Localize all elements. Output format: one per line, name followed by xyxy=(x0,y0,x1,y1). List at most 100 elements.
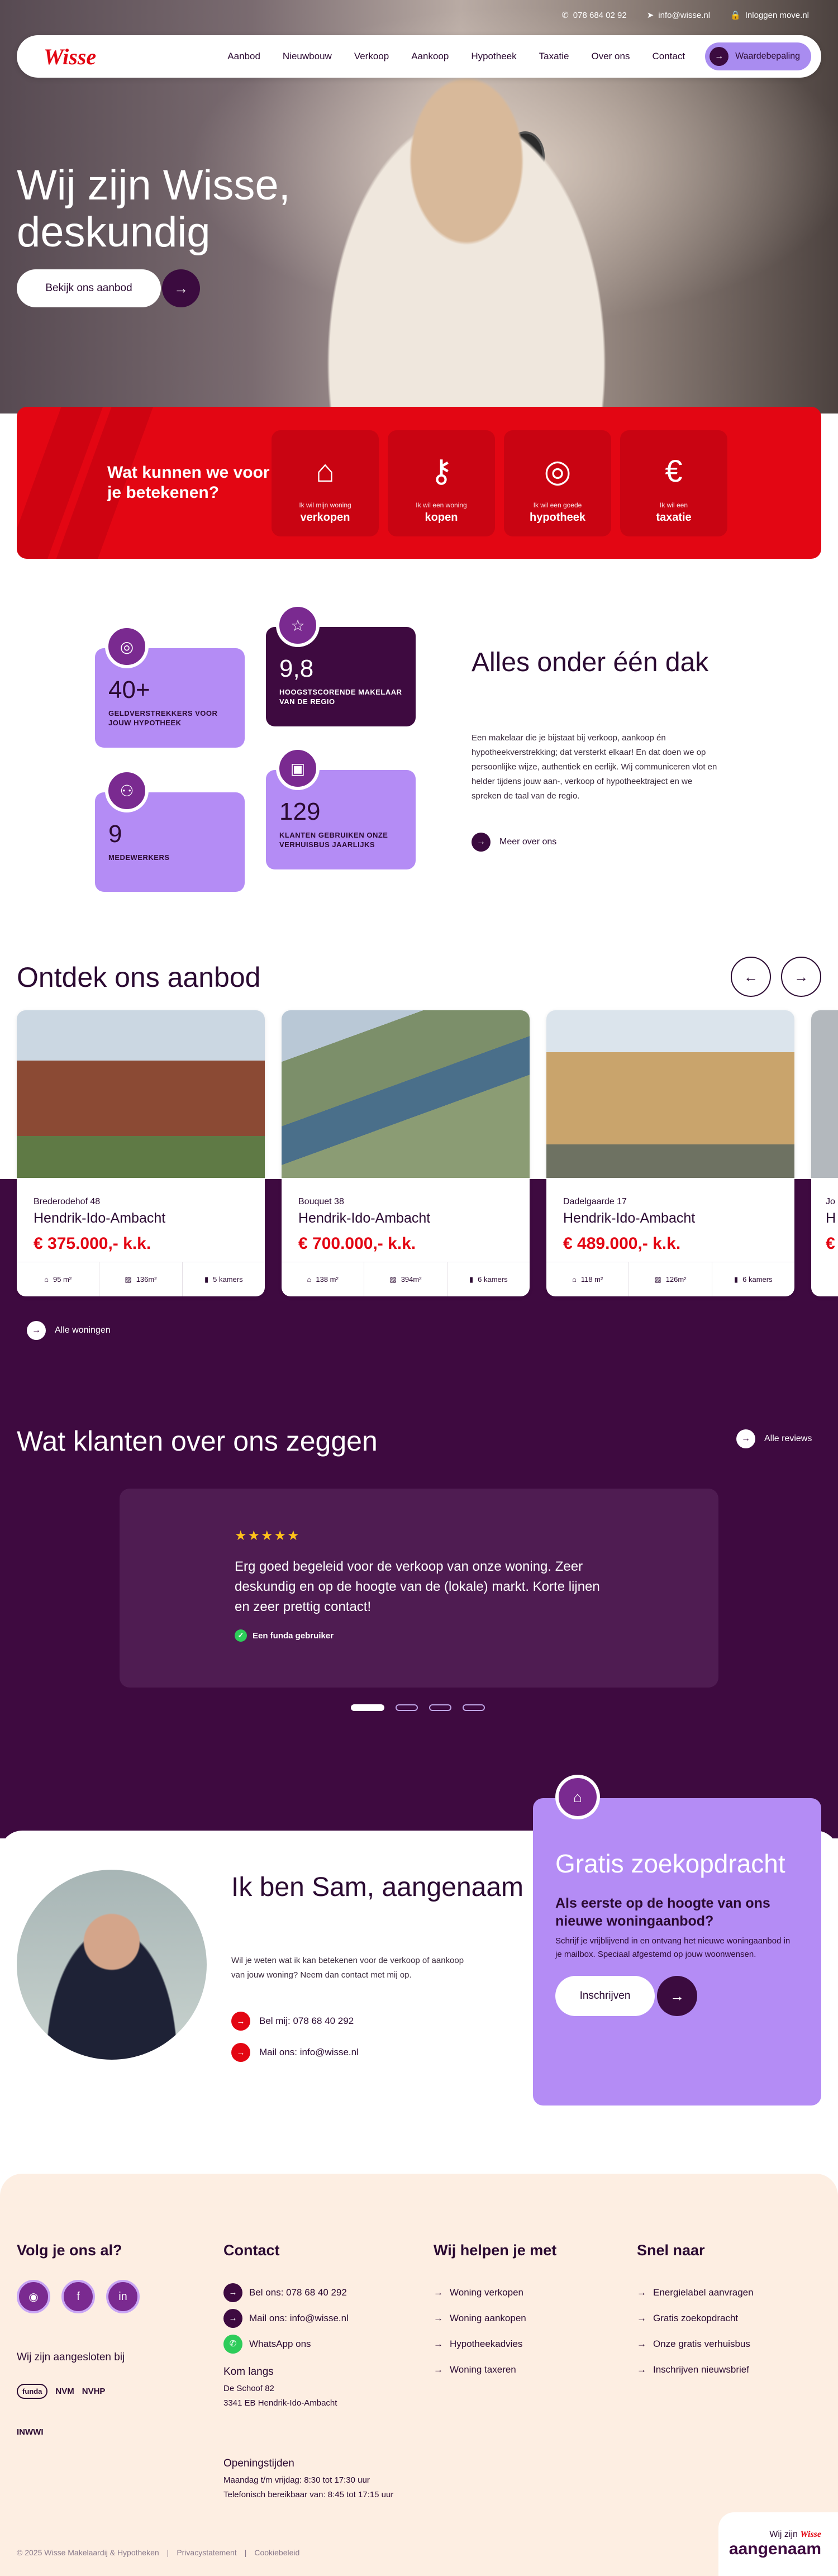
search-alert-card: ⌂ Gratis zoekopdracht Als eerste op de h… xyxy=(533,1775,821,2106)
footer-link[interactable]: → Gratis zoekopdracht xyxy=(637,2306,754,2331)
sam-photo xyxy=(17,1870,207,2060)
footer-hours: Openingstijden Maandag t/m vrijdag: 8:30… xyxy=(223,2458,394,2499)
plot-icon: ▨ xyxy=(389,1275,397,1284)
footer-mail[interactable]: → Mail ons: info@wisse.nl xyxy=(223,2306,349,2331)
send-icon: ➤ xyxy=(646,11,654,20)
alle-woningen-link[interactable]: → Alle woningen xyxy=(27,1321,111,1340)
copyright-bar: © 2025 Wisse Makelaardij & Hypotheken | P… xyxy=(17,2548,300,2557)
arrow-right-icon[interactable]: → xyxy=(781,957,821,997)
arrow-right-icon: → xyxy=(434,2339,443,2349)
arrow-right-icon: → xyxy=(231,2012,250,2031)
plot-icon: ▨ xyxy=(125,1275,132,1284)
hero-title: Wij zijn Wisse, deskundig xyxy=(17,161,291,256)
carousel-dot[interactable] xyxy=(463,1704,485,1711)
stat-card-lenders: ◎ 40+ Geldverstrekkers voor jouw hypothe… xyxy=(95,625,245,748)
coins-icon: ◎ xyxy=(544,453,572,488)
house-icon: ⌂ xyxy=(555,1775,600,1819)
subscribe-cta[interactable]: Inschrijven → xyxy=(555,1976,799,2016)
carousel-dot[interactable] xyxy=(396,1704,418,1711)
service-card-hypotheek[interactable]: ◎ Ik wil een goede hypotheek xyxy=(504,430,611,536)
listing-meta: ⌂ 138 m² ▨ 394m² ▮ 6 kamers xyxy=(282,1262,530,1296)
arrow-right-icon: → xyxy=(637,2287,646,2298)
listing-card-partial[interactable]: Jo H € xyxy=(811,1010,838,1296)
service-card-taxatie[interactable]: € Ik wil een taxatie xyxy=(620,430,727,536)
door-icon: ▮ xyxy=(734,1275,739,1284)
footer-call[interactable]: → Bel ons: 078 68 40 292 xyxy=(223,2280,349,2306)
arrow-left-icon[interactable]: ← xyxy=(731,957,771,997)
call-link[interactable]: → Bel mij: 078 68 40 292 xyxy=(231,2012,354,2031)
listing-photo xyxy=(17,1010,265,1178)
footer-link[interactable]: → Woning taxeren xyxy=(434,2357,526,2383)
listing-meta: ⌂ 118 m² ▨ 126m² ▮ 6 kamers xyxy=(546,1262,794,1296)
partner-logos-2: INWWI xyxy=(17,2427,43,2437)
topbar-login[interactable]: 🔒 Inloggen move.nl xyxy=(730,10,809,21)
footer-whatsapp[interactable]: ✆ WhatsApp ons xyxy=(223,2331,349,2357)
about-text: Een makelaar die je bijstaat bij verkoop… xyxy=(472,733,717,801)
cookie-link[interactable]: Cookiebeleid xyxy=(254,2548,299,2557)
service-card-verkopen[interactable]: ⌂ Ik wil mijn woning verkopen xyxy=(272,430,379,536)
nav-contact[interactable]: Contact xyxy=(652,51,685,62)
arrow-right-icon: → xyxy=(710,47,729,66)
arrow-right-icon: → xyxy=(637,2339,646,2349)
listing-card[interactable]: Bouquet 38 Hendrik-Ido-Ambacht € 700.000… xyxy=(282,1010,530,1296)
nav-hypotheek[interactable]: Hypotheek xyxy=(471,51,516,62)
house-icon: ⌂ xyxy=(316,453,335,488)
arrow-right-icon: → xyxy=(434,2313,443,2323)
footer-link[interactable]: → Hypotheekadvies xyxy=(434,2331,526,2357)
main-nav: Wisse Aanbod Nieuwbouw Verkoop Aankoop H… xyxy=(17,35,821,78)
arrow-right-icon: → xyxy=(231,2043,250,2062)
nav-aanbod[interactable]: Aanbod xyxy=(227,51,260,62)
arrow-right-icon: → xyxy=(434,2287,443,2298)
reviews-title: Wat klanten over ons zeggen xyxy=(17,1425,378,1457)
footer-link[interactable]: → Woning verkopen xyxy=(434,2280,526,2306)
logo[interactable]: Wisse xyxy=(44,44,96,70)
listing-card[interactable]: Brederodehof 48 Hendrik-Ido-Ambacht € 37… xyxy=(17,1010,265,1296)
arrow-right-icon[interactable]: → xyxy=(162,269,200,307)
nav-nieuwbouw[interactable]: Nieuwbouw xyxy=(283,51,332,62)
topbar-phone[interactable]: ✆ 078 684 02 92 xyxy=(561,10,627,21)
service-card-kopen[interactable]: ⚷ Ik wil een woning kopen xyxy=(388,430,495,536)
topbar-email[interactable]: ➤ info@wisse.nl xyxy=(646,10,710,21)
listing-card[interactable]: Dadelgaarde 17 Hendrik-Ido-Ambacht € 489… xyxy=(546,1010,794,1296)
privacy-link[interactable]: Privacystatement xyxy=(177,2548,236,2557)
nav-verkoop[interactable]: Verkoop xyxy=(354,51,389,62)
arrow-right-icon: → xyxy=(223,2283,242,2302)
arrow-right-icon: → xyxy=(472,833,491,852)
arrow-right-icon: → xyxy=(434,2364,443,2375)
footer-link[interactable]: → Energielabel aanvragen xyxy=(637,2280,754,2306)
aangenaam-seal: Wij zijn Wisse aangenaam xyxy=(718,2512,838,2576)
alle-reviews-link[interactable]: → Alle reviews xyxy=(736,1429,812,1448)
review-card: ★★★★★ Erg goed begeleid voor de verkoop … xyxy=(120,1489,718,1688)
nav-over-ons[interactable]: Over ons xyxy=(591,51,630,62)
nvm-logo: NVM xyxy=(55,2387,74,2396)
carousel-dot[interactable] xyxy=(351,1704,384,1711)
partner-logos: funda NVM NVHP xyxy=(17,2384,105,2399)
linkedin-icon[interactable]: in xyxy=(106,2280,140,2313)
topbar: ✆ 078 684 02 92 ➤ info@wisse.nl 🔒 Inloggen … xyxy=(561,10,809,21)
hero-cta[interactable]: Bekijk ons aanbod → xyxy=(17,269,200,307)
footer-quick-list: → Energielabel aanvragen → Gratis zoekopdr… xyxy=(637,2280,754,2383)
hero: ✆ 078 684 02 92 ➤ info@wisse.nl 🔒 Inloggen … xyxy=(0,0,838,414)
nav-aankoop[interactable]: Aankoop xyxy=(411,51,449,62)
inwwi-logo: INWWI xyxy=(17,2427,44,2437)
footer-follow-title: Volg je ons al? xyxy=(17,2242,122,2259)
waardebepaling-button[interactable]: → Waardebepaling xyxy=(705,42,811,70)
carousel-dot[interactable] xyxy=(429,1704,451,1711)
review-author: ✓ Een funda gebruiker xyxy=(235,1629,334,1642)
carousel-dots xyxy=(351,1704,485,1711)
nav-taxatie[interactable]: Taxatie xyxy=(539,51,569,62)
bekijk-aanbod-button[interactable]: Bekijk ons aanbod xyxy=(17,269,161,307)
inschrijven-button[interactable]: Inschrijven xyxy=(555,1976,655,2016)
arrow-right-icon[interactable]: → xyxy=(657,1976,697,2016)
listing-photo xyxy=(546,1010,794,1178)
footer-link[interactable]: → Onze gratis verhuisbus xyxy=(637,2331,754,2357)
facebook-icon[interactable]: f xyxy=(61,2280,95,2313)
phone-icon: ✆ xyxy=(561,11,569,20)
meer-over-ons-link[interactable]: → Meer over ons xyxy=(472,833,556,852)
people-icon: ⚇ xyxy=(105,769,149,812)
instagram-icon[interactable]: ◉ xyxy=(17,2280,50,2313)
footer-link[interactable]: → Inschrijven nieuwsbrief xyxy=(637,2357,754,2383)
footer-link[interactable]: → Woning aankopen xyxy=(434,2306,526,2331)
arrow-right-icon: → xyxy=(637,2313,646,2323)
mail-link[interactable]: → Mail ons: info@wisse.nl xyxy=(231,2043,359,2062)
